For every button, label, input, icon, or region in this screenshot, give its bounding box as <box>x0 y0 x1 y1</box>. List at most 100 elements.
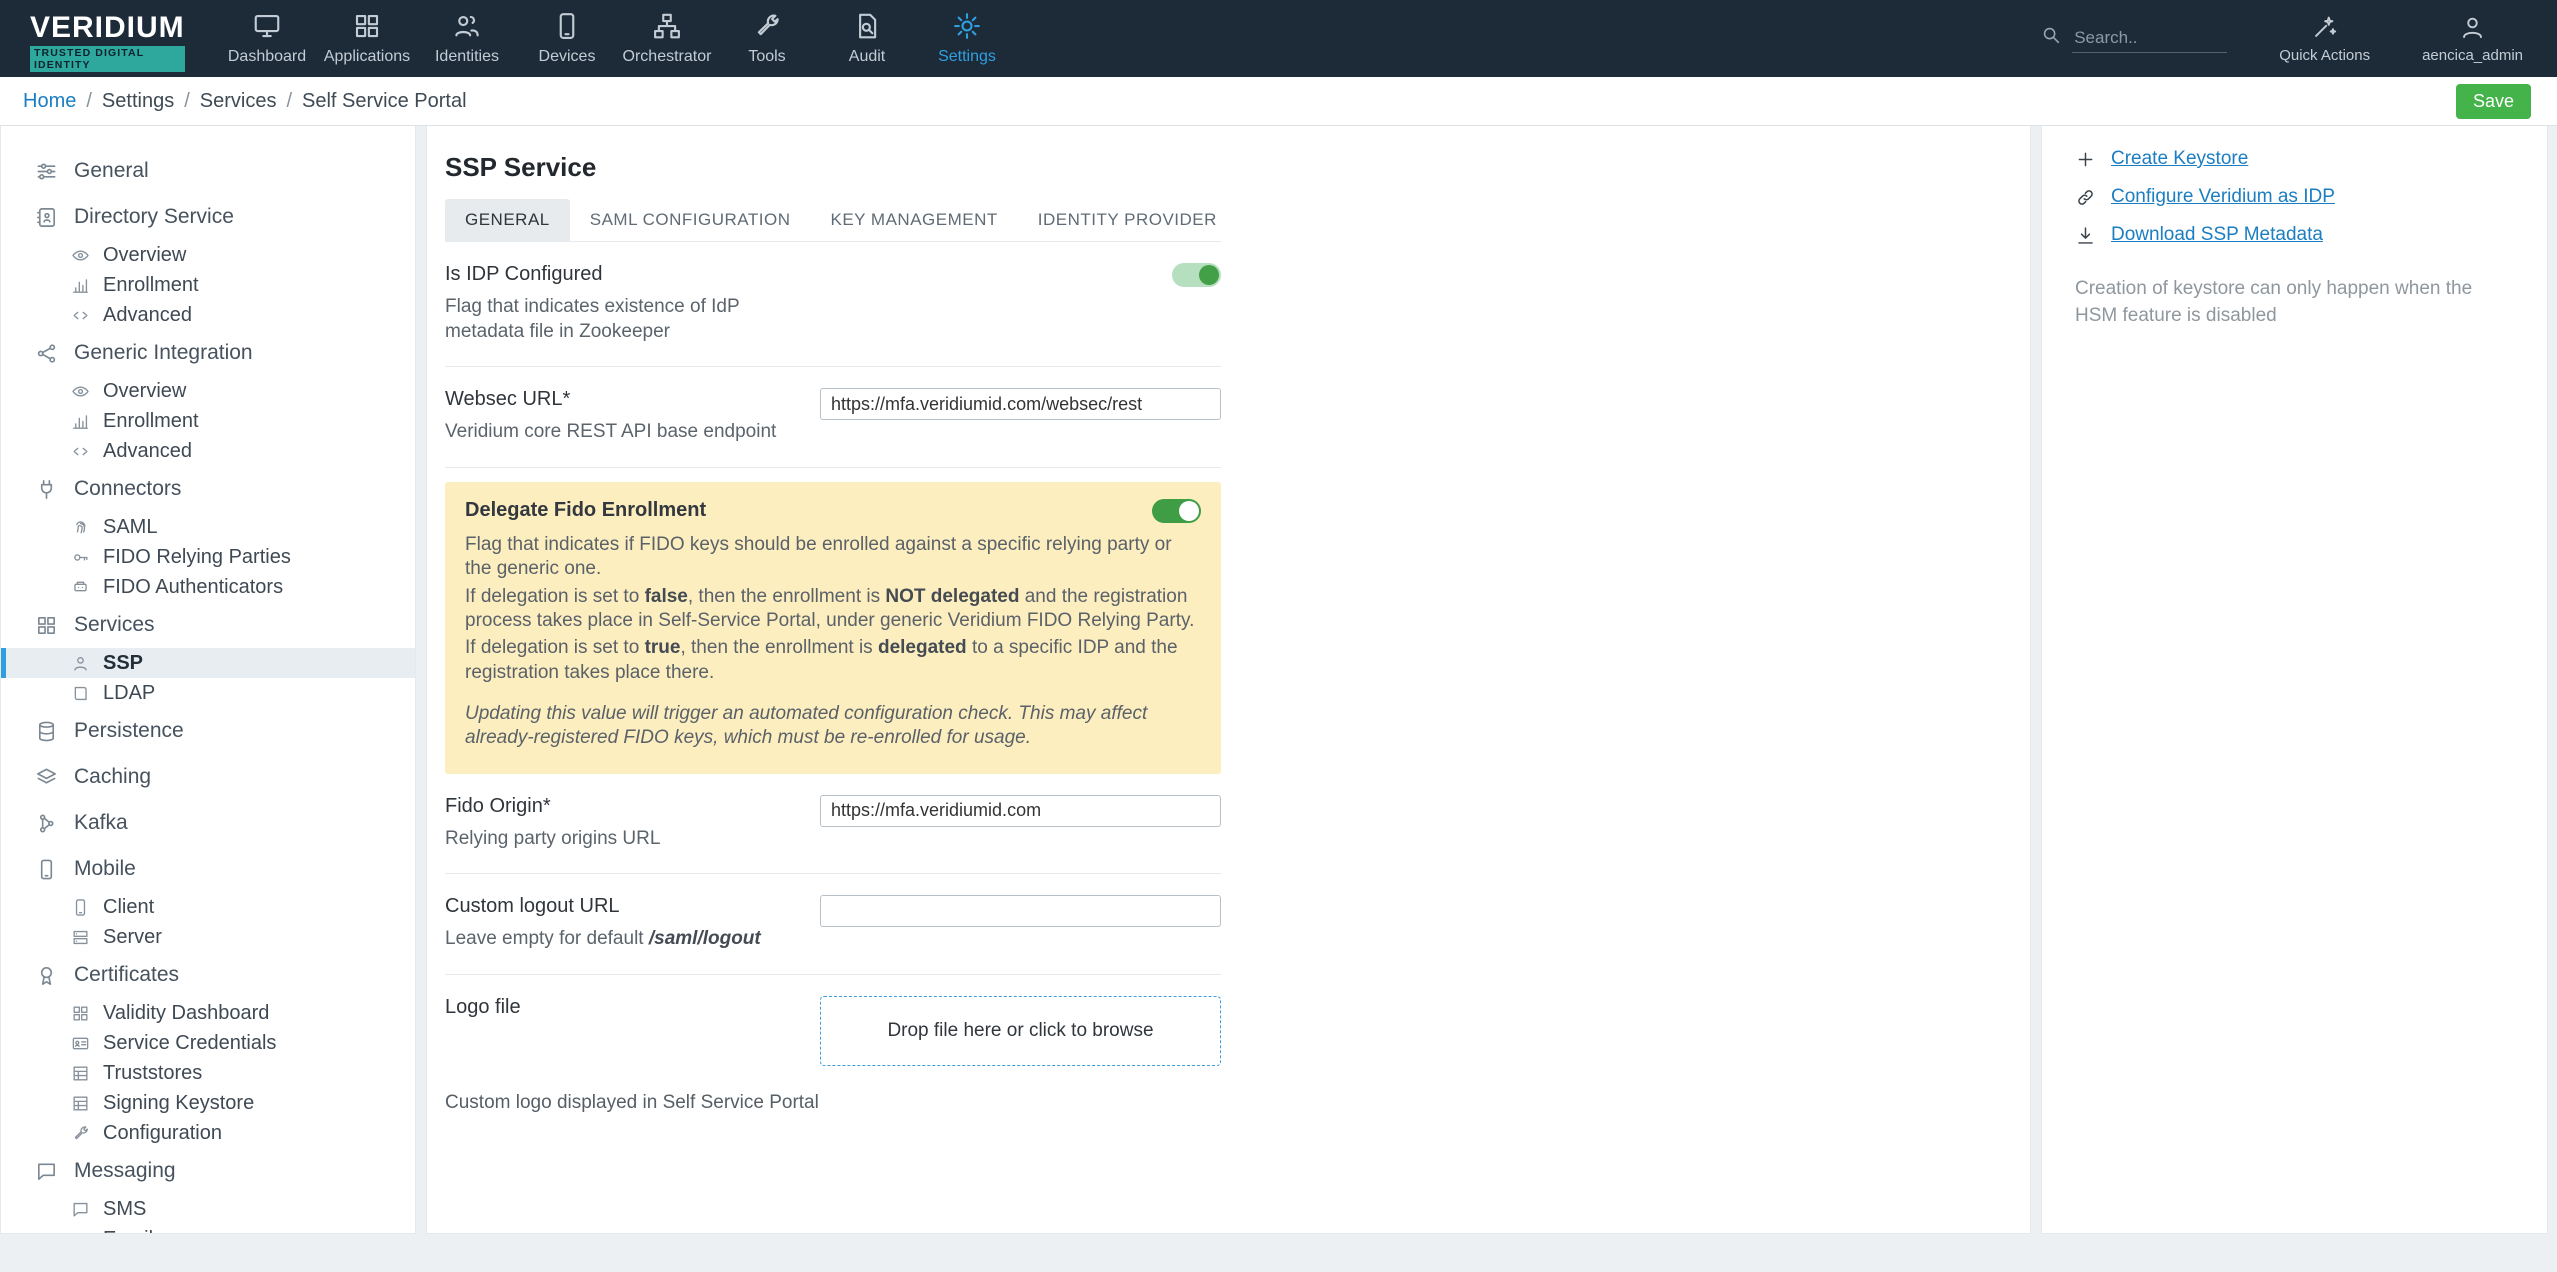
book-icon <box>74 686 87 700</box>
nav-orchestrator[interactable]: Orchestrator <box>617 0 717 77</box>
link-icon <box>2078 189 2093 205</box>
database-icon <box>38 721 55 741</box>
sidebar-item-advanced[interactable]: Advanced <box>1 436 415 466</box>
text-run: If delegation is set to <box>465 585 645 607</box>
tab-saml-configuration[interactable]: SAML CONFIGURATION <box>570 199 811 241</box>
sidebar-section-general[interactable]: General <box>1 148 415 194</box>
is-idp-configured-toggle[interactable] <box>1172 263 1221 287</box>
sidebar-item-enrollment[interactable]: Enrollment <box>1 270 415 300</box>
sidebar-section-generic-integration[interactable]: Generic Integration <box>1 330 415 376</box>
sidebar-item-label: Overview <box>103 379 187 402</box>
mobile-icon <box>40 859 53 879</box>
audit-icon <box>859 13 877 39</box>
search-icon <box>2044 27 2060 44</box>
sidebar-item-server[interactable]: Server <box>1 922 415 952</box>
breadcrumb-item-home[interactable]: Home <box>23 90 76 113</box>
nav-identities[interactable]: Identities <box>417 0 517 77</box>
nav-audit[interactable]: Audit <box>817 0 917 77</box>
gear-icon <box>954 13 980 39</box>
topbar: VERIDIUM TRUSTED DIGITAL IDENTITY Dashbo… <box>0 0 2557 77</box>
breadcrumb-item-settings[interactable]: Settings <box>102 90 174 113</box>
nav-tools[interactable]: Tools <box>717 0 817 77</box>
nav-label: Devices <box>538 48 596 65</box>
nav-label: Dashboard <box>227 48 307 65</box>
field-is-idp-configured: Is IDP Configured Flag that indicates exi… <box>445 242 1221 368</box>
tab-key-management[interactable]: KEY MANAGEMENT <box>810 199 1017 241</box>
field-label: Logo file <box>445 995 521 1018</box>
field-label: Delegate Fido Enrollment <box>465 499 707 522</box>
search-input[interactable] <box>2072 24 2228 53</box>
nav-settings[interactable]: Settings <box>917 0 1017 77</box>
custom-logout-url-input[interactable] <box>820 895 1221 928</box>
sidebar-item-service-credentials[interactable]: Service Credentials <box>1 1028 415 1058</box>
phone-icon <box>75 898 86 916</box>
websec-url-input[interactable] <box>820 388 1221 421</box>
sidebar-item-advanced[interactable]: Advanced <box>1 300 415 330</box>
sidebar-item-truststores[interactable]: Truststores <box>1 1058 415 1088</box>
nav-dashboard[interactable]: Dashboard <box>217 0 317 77</box>
sidebar-item-signing-keystore[interactable]: Signing Keystore <box>1 1088 415 1118</box>
tab-identity-provider[interactable]: IDENTITY PROVIDER <box>1018 199 1237 241</box>
sidebar-section-connectors[interactable]: Connectors <box>1 466 415 512</box>
user-menu[interactable]: aencica_admin <box>2422 14 2523 64</box>
sidebar-section-messaging[interactable]: Messaging <box>1 1148 415 1194</box>
brand-logo[interactable]: VERIDIUM TRUSTED DIGITAL IDENTITY <box>0 0 185 77</box>
sidebar-section-label: Kafka <box>74 811 128 834</box>
sidebar-section-label: Messaging <box>74 1159 176 1182</box>
sidebar-item-ssp[interactable]: SSP <box>1 648 415 678</box>
sidebar-item-fido-authenticators[interactable]: FIDO Authenticators <box>1 572 415 602</box>
delegate-fido-enrollment-toggle[interactable] <box>1152 499 1201 524</box>
sidebar-item-sms[interactable]: SMS <box>1 1194 415 1224</box>
save-button[interactable]: Save <box>2455 83 2531 119</box>
sidebar-item-overview[interactable]: Overview <box>1 240 415 270</box>
field-description: Leave empty for default /saml/logout <box>445 927 795 952</box>
chat-icon <box>73 1202 88 1217</box>
breadcrumb-item-services[interactable]: Services <box>200 90 277 113</box>
sidebar-item-saml[interactable]: SAML <box>1 512 415 542</box>
sidebar-item-enrollment[interactable]: Enrollment <box>1 406 415 436</box>
sidebar-section-label: Services <box>74 613 155 636</box>
text-run: Relying party origins URL <box>445 827 661 849</box>
tab-general[interactable]: GENERAL <box>445 199 570 241</box>
sidebar-item-ldap[interactable]: LDAP <box>1 678 415 708</box>
sidebar-item-label: Client <box>103 895 155 918</box>
address-book-icon <box>37 207 55 227</box>
quick-actions-button[interactable]: Quick Actions <box>2279 14 2370 64</box>
logo-dropzone[interactable]: Drop file here or click to browse <box>820 995 1221 1066</box>
sidebar-section-caching[interactable]: Caching <box>1 754 415 800</box>
download-ssp-metadata-link[interactable]: Download SSP Metadata <box>2075 224 2517 246</box>
breadcrumb-item-self-service-portal[interactable]: Self Service Portal <box>302 90 467 113</box>
nav-applications[interactable]: Applications <box>317 0 417 77</box>
layers-icon <box>37 768 56 784</box>
fido-origin-input[interactable] <box>820 794 1221 827</box>
usb-icon <box>74 581 87 591</box>
sidebar-item-validity-dashboard[interactable]: Validity Dashboard <box>1 998 415 1028</box>
sidebar-item-configuration[interactable]: Configuration <box>1 1118 415 1148</box>
sidebar-section-kafka[interactable]: Kafka <box>1 800 415 846</box>
sidebar-section-label: Directory Service <box>74 205 234 228</box>
top-navigation: Dashboard Applications Identities Devices Or… <box>217 0 1017 77</box>
field-custom-logout-url: Custom logout URL Leave empty for default… <box>445 874 1221 975</box>
sidebar-item-email[interactable]: Email <box>1 1224 415 1233</box>
sidebar-section-directory-service[interactable]: Directory Service <box>1 194 415 240</box>
wrench-icon <box>74 1125 88 1139</box>
nav-devices[interactable]: Devices <box>517 0 617 77</box>
field-label: Custom logout URL <box>445 895 620 918</box>
configure-veridium-as-idp-link[interactable]: Configure Veridium as IDP <box>2075 186 2517 208</box>
field-left: Custom logout URL Leave empty for default… <box>445 895 795 952</box>
sidebar-item-client[interactable]: Client <box>1 892 415 922</box>
sidebar-section-certificates[interactable]: Certificates <box>1 952 415 998</box>
create-keystore-link[interactable]: Create Keystore <box>2075 148 2517 170</box>
sidebar-section-mobile[interactable]: Mobile <box>1 846 415 892</box>
sidebar-item-overview[interactable]: Overview <box>1 376 415 406</box>
sidebar-section-label: Certificates <box>74 963 180 986</box>
sidebar-item-fido-relying-parties[interactable]: FIDO Relying Parties <box>1 542 415 572</box>
actions-panel: Create Keystore Configure Veridium as IDP… <box>2041 126 2548 1234</box>
people-icon <box>455 15 479 37</box>
sliders-icon <box>37 162 56 180</box>
sidebar-section-services[interactable]: Services <box>1 602 415 648</box>
user-icon <box>2463 17 2482 38</box>
sidebar-section-persistence[interactable]: Persistence <box>1 708 415 754</box>
text-run: Flag that indicates if FIDO keys should … <box>465 534 1172 580</box>
server-icon <box>73 930 88 944</box>
